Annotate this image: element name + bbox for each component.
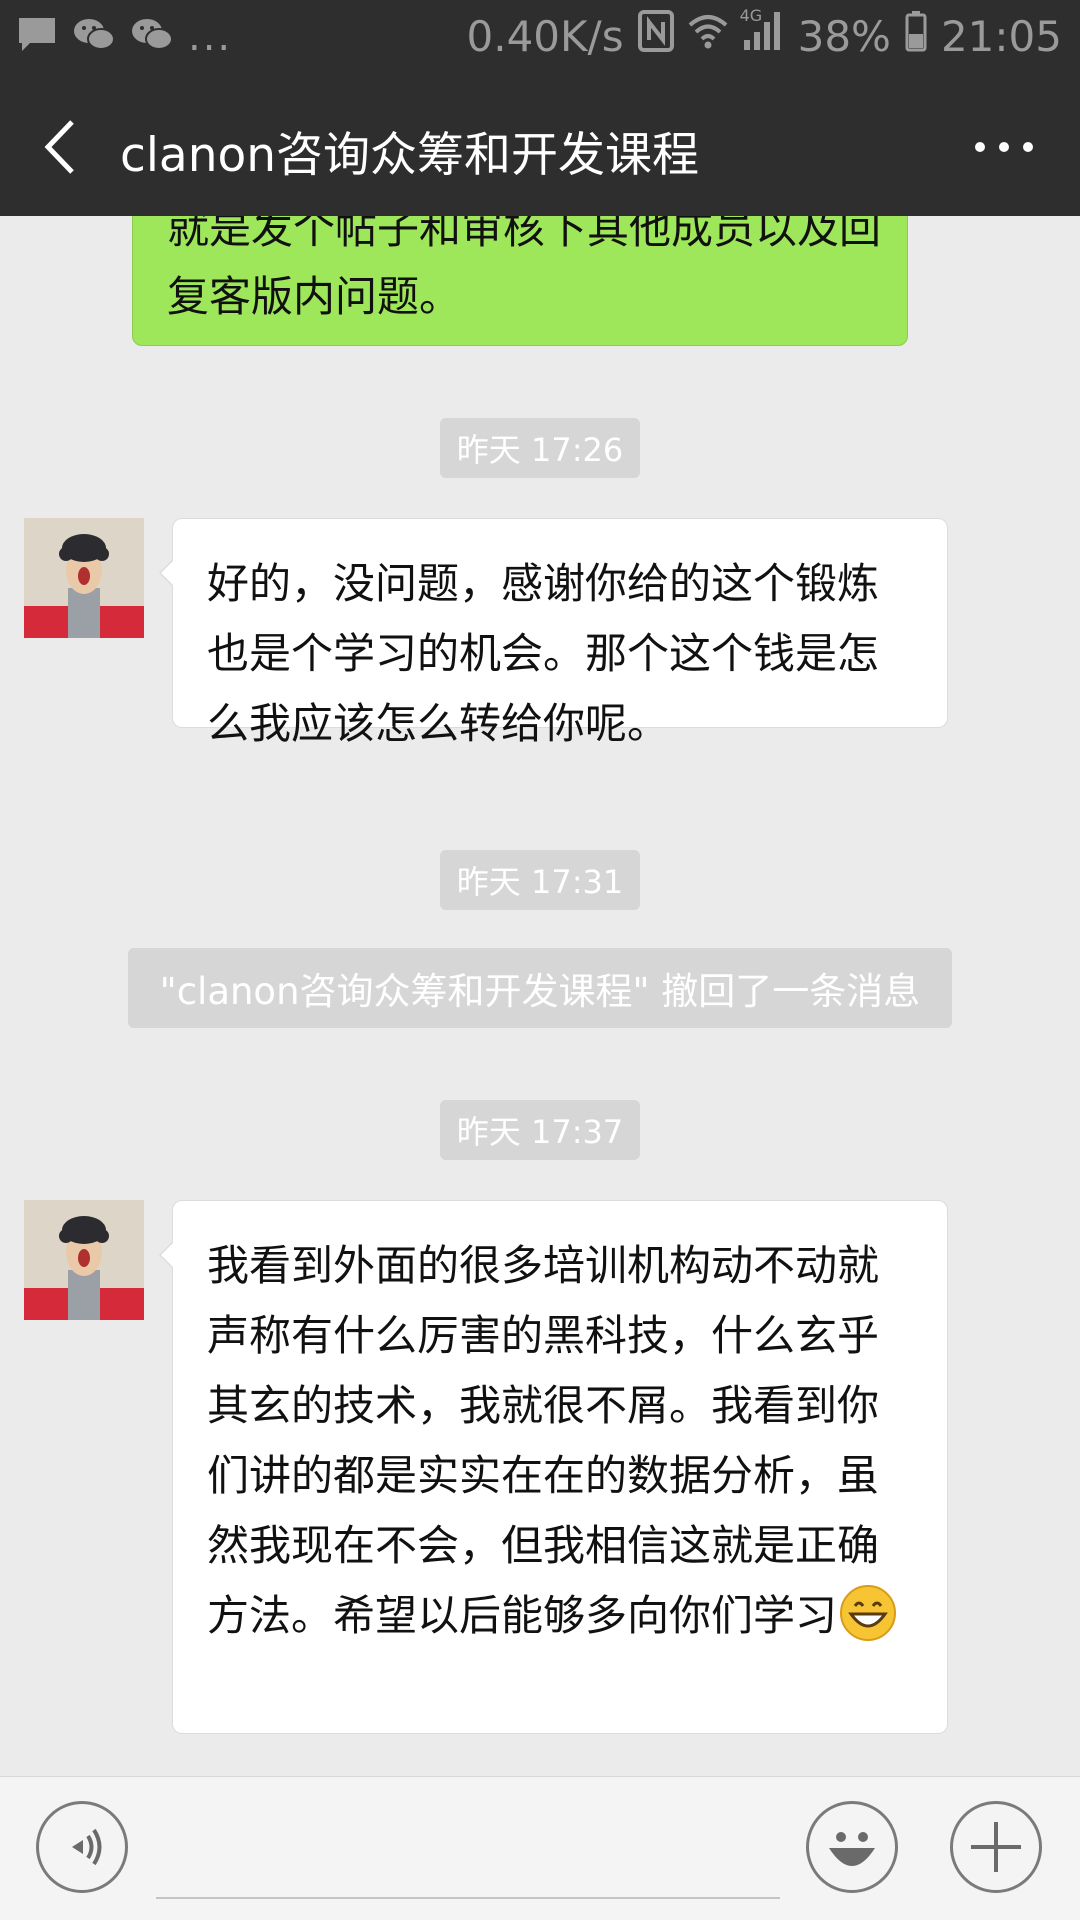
avatar[interactable] <box>24 518 144 638</box>
more-notifications-indicator: ... <box>188 14 233 60</box>
wifi-icon <box>688 12 728 61</box>
avatar[interactable] <box>24 1200 144 1320</box>
voice-icon <box>72 1828 102 1866</box>
timestamp-pill: 昨天 17:37 <box>440 1100 640 1160</box>
message-notification-icon <box>16 15 58 59</box>
received-message-text: 我看到外面的很多培训机构动不动就声称有什么厉害的黑科技，什么玄乎其玄的技术，我就… <box>207 1241 880 1640</box>
wechat-notification-icon <box>72 15 116 59</box>
plus-icon <box>971 1822 1021 1872</box>
more-functions-button[interactable] <box>950 1801 1042 1893</box>
network-type: 4G <box>739 6 763 25</box>
received-message-bubble[interactable]: 好的，没问题，感谢你给的这个锻炼也是个学习的机会。那个这个钱是怎么我应该怎么转给… <box>159 518 948 748</box>
chat-title: clanon咨询众筹和开发课程 <box>120 128 700 183</box>
avatar-image <box>24 1200 144 1320</box>
emoji-button[interactable] <box>806 1801 898 1893</box>
more-options-button[interactable] <box>972 134 1036 160</box>
sent-message-text: 就是发个帖子和审核下其他成员以及回复客版内问题。 <box>167 216 882 321</box>
battery-icon <box>905 10 927 62</box>
signal-icon: 4G <box>740 6 784 62</box>
back-button[interactable] <box>36 114 96 180</box>
timestamp-pill: 昨天 17:26 <box>440 418 640 478</box>
chat-screen: ... 0.40K/s 4G 38% 21:05 clanon咨询众筹和开发课程… <box>0 0 1080 1920</box>
status-bar: ... 0.40K/s 4G 38% 21:05 <box>0 0 1080 78</box>
back-icon <box>44 120 74 174</box>
sent-message-bubble[interactable]: 就是发个帖子和审核下其他成员以及回复客版内问题。 <box>132 216 908 346</box>
wechat-notification-icon-2 <box>130 15 174 59</box>
message-input[interactable] <box>156 1897 780 1899</box>
voice-input-button[interactable] <box>36 1801 128 1893</box>
avatar-image <box>24 518 144 638</box>
grin-emoji-icon <box>839 1584 897 1642</box>
emoji-icon <box>829 1832 875 1866</box>
message-list[interactable]: 就是发个帖子和审核下其他成员以及回复客版内问题。 昨天 17:26 好的，没问题… <box>0 216 1080 1776</box>
network-speed: 0.40K/s <box>466 11 624 61</box>
nfc-icon <box>637 10 674 62</box>
timestamp-pill: 昨天 17:31 <box>440 850 640 910</box>
more-icon <box>975 142 1033 152</box>
received-message-bubble[interactable]: 我看到外面的很多培训机构动不动就声称有什么厉害的黑科技，什么玄乎其玄的技术，我就… <box>159 1200 948 1734</box>
recall-notice: "clanon咨询众筹和开发课程" 撤回了一条消息 <box>128 948 952 1028</box>
battery-percent: 38% <box>797 11 891 61</box>
received-message-text: 好的，没问题，感谢你给的这个锻炼也是个学习的机会。那个这个钱是怎么我应该怎么转给… <box>207 559 880 748</box>
clock: 21:05 <box>940 11 1062 61</box>
chat-header: clanon咨询众筹和开发课程 <box>0 78 1080 216</box>
input-bar <box>0 1776 1080 1920</box>
